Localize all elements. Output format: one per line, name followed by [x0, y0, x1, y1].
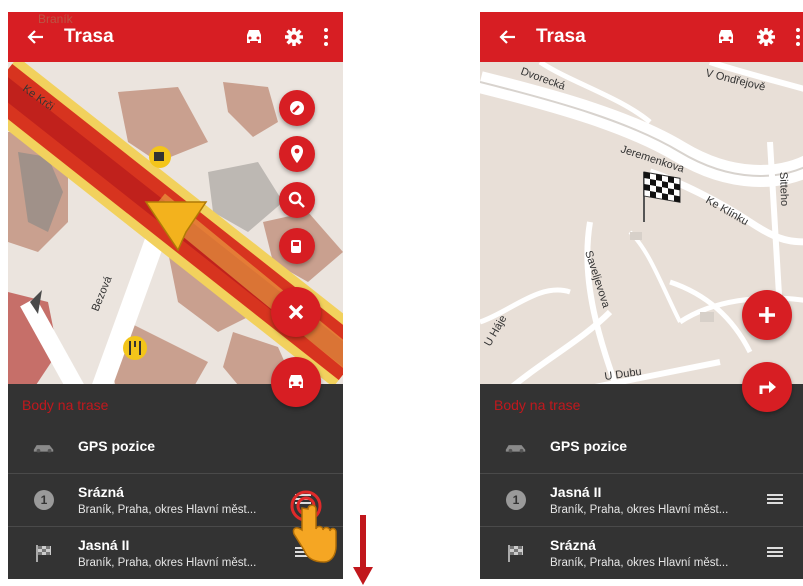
panel-header: Body na trase	[494, 397, 581, 413]
row-title: Jasná II	[550, 484, 602, 500]
plus-icon	[759, 307, 775, 323]
touch-hand-icon	[290, 490, 337, 563]
add-point-button[interactable]	[742, 290, 792, 340]
map-view[interactable]: Dvorecká V Ondřejově Jeremenkova Ke Klín…	[480, 62, 803, 397]
page-title: Trasa	[64, 26, 114, 47]
number-badge-container: 1	[32, 488, 56, 512]
row-title: Srázná	[78, 484, 124, 500]
route-point-row[interactable]: 1 Jasná II Braník, Praha, okres Hlavní m…	[480, 474, 803, 527]
settings-gear-icon[interactable]	[755, 26, 777, 48]
number-badge: 1	[34, 490, 54, 510]
location-pin-icon	[291, 145, 303, 163]
cancel-route-button[interactable]	[271, 287, 321, 337]
vehicle-car-icon[interactable]	[243, 26, 265, 48]
map-label: Sitteho	[777, 172, 790, 207]
route-point-row[interactable]: GPS pozice	[8, 421, 343, 474]
route-point-row[interactable]: Srázná Braník, Praha, okres Hlavní měst.…	[480, 527, 803, 579]
app-bar: Trasa	[480, 12, 803, 62]
route-point-row[interactable]: GPS pozice	[480, 421, 803, 474]
search-button[interactable]	[279, 182, 315, 218]
vehicle-car-icon[interactable]	[715, 26, 737, 48]
route-points-panel: Body na trase GPS pozice 1 Jasná II Bran…	[480, 384, 803, 579]
panel-header: Body na trase	[22, 397, 109, 413]
checkered-flag-icon	[32, 541, 56, 565]
gps-signal-button[interactable]	[279, 90, 315, 126]
fuel-station-button[interactable]	[279, 228, 315, 264]
row-subtitle: Braník, Praha, okres Hlavní měst...	[550, 504, 729, 516]
drag-handle-icon[interactable]	[767, 547, 783, 559]
drag-handle-icon[interactable]	[767, 494, 783, 506]
row-title: Srázná	[550, 537, 596, 553]
row-subtitle: Braník, Praha, okres Hlavní měst...	[78, 557, 257, 569]
row-subtitle: Braník, Praha, okres Hlavní měst...	[78, 504, 257, 516]
start-navigation-button[interactable]	[271, 357, 321, 407]
start-route-button[interactable]	[742, 362, 792, 412]
down-arrow-icon	[353, 515, 373, 585]
map-label-top: Braník	[38, 12, 73, 26]
car-icon	[32, 435, 56, 459]
row-subtitle: Braník, Praha, okres Hlavní měst...	[550, 557, 729, 569]
location-pin-button[interactable]	[279, 136, 315, 172]
settings-gear-icon[interactable]	[283, 26, 305, 48]
checkered-flag-icon	[504, 541, 528, 565]
satellite-icon	[290, 101, 304, 115]
back-arrow-icon[interactable]	[498, 28, 516, 46]
row-title: Jasná II	[78, 537, 130, 553]
turn-right-arrow-icon	[759, 381, 776, 394]
back-arrow-icon[interactable]	[26, 28, 44, 46]
number-badge-container: 1	[504, 488, 528, 512]
page-title: Trasa	[536, 26, 586, 47]
right-screen: Trasa Dvorecká V Ondřejově Jeremenkova K…	[480, 12, 803, 579]
row-title: GPS pozice	[78, 438, 156, 454]
fuel-station-icon	[291, 240, 301, 253]
more-menu-icon[interactable]	[323, 27, 329, 47]
close-icon	[288, 304, 304, 320]
car-icon	[289, 375, 303, 388]
row-title: GPS pozice	[550, 438, 628, 454]
search-icon	[288, 191, 305, 208]
number-badge: 1	[506, 490, 526, 510]
more-menu-icon[interactable]	[795, 27, 801, 47]
car-icon	[504, 435, 528, 459]
